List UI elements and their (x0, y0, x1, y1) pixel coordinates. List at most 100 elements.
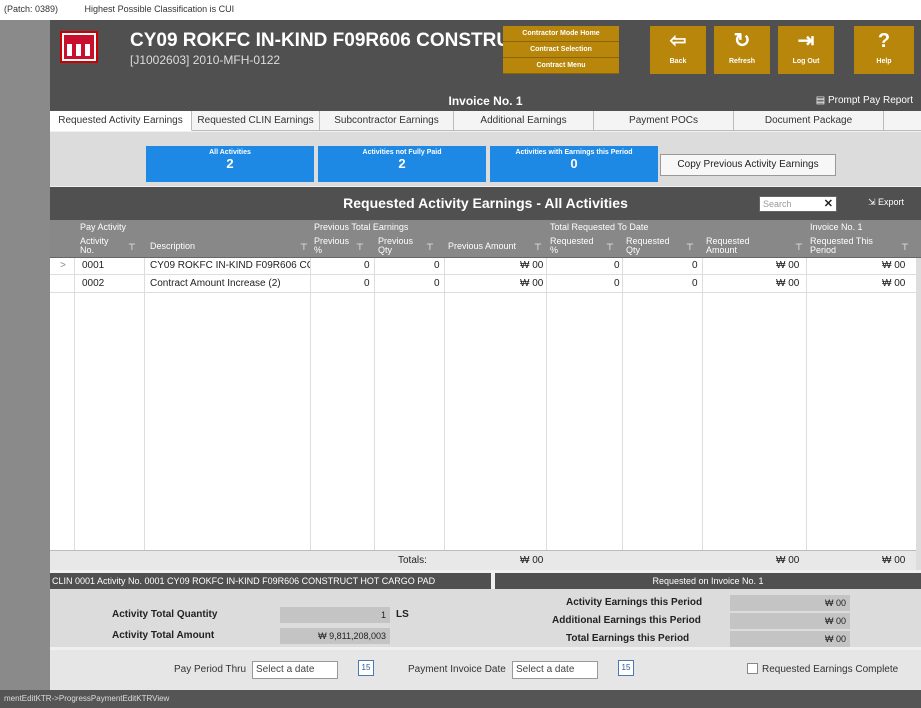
calendar-icon[interactable]: 15 (618, 660, 634, 676)
activity-total-amount-value: ₩ 9,811,208,003 (280, 628, 390, 644)
col-requested-amount[interactable]: Requested Amount (706, 237, 750, 255)
filter-count: 0 (570, 156, 578, 171)
cell-previous-qty: 0 (434, 260, 440, 271)
col-requested-pct[interactable]: Requested % (550, 237, 594, 255)
report-icon: ▤ (815, 95, 828, 106)
tab-subcontractor-earnings[interactable]: Subcontractor Earnings (320, 111, 454, 131)
col-previous-amount[interactable]: Previous Amount (448, 242, 516, 251)
cell-requested-pct[interactable]: 0 (614, 278, 620, 289)
requested-detail-header: Requested on Invoice No. 1 (495, 573, 921, 589)
grid-divider (144, 258, 145, 570)
cell-previous-pct: 0 (364, 278, 370, 289)
grid-divider (74, 258, 75, 570)
grid-divider (806, 258, 807, 570)
tab-payment-pocs[interactable]: Payment POCs (594, 111, 734, 131)
filter-icon[interactable]: ⊤ (128, 242, 136, 253)
col-previous-qty[interactable]: Previous Qty (378, 237, 413, 255)
row-selector[interactable]: > (60, 260, 66, 271)
tab-additional-earnings[interactable]: Additional Earnings (454, 111, 594, 131)
export-label: Export (878, 197, 905, 207)
activity-earnings-value: ₩ 00 (730, 595, 850, 611)
status-bar: mentEditKTR->ProgressPaymentEditKTRView (0, 690, 921, 708)
filter-icon[interactable]: ⊤ (300, 242, 308, 253)
total-previous-amount: ₩ 00 (520, 555, 544, 566)
help-button[interactable]: ? Help (854, 26, 914, 74)
activity-total-quantity-value: 1 (280, 607, 390, 623)
mode-menu: Contractor Mode Home Contract Selection … (503, 26, 619, 74)
filter-earnings-this-period[interactable]: Activities with Earnings this Period 0 (490, 146, 658, 182)
pay-period-date-input[interactable]: Select a date (252, 661, 338, 679)
back-button[interactable]: ⇦ Back (650, 26, 706, 74)
filter-icon[interactable]: ⊤ (426, 242, 434, 253)
filter-icon[interactable]: ⊤ (901, 242, 909, 253)
usace-castle-logo (60, 31, 98, 63)
grid-scrollbar[interactable] (916, 258, 921, 570)
requested-earnings-complete-checkbox[interactable] (747, 663, 758, 674)
invoice-date-input[interactable]: Select a date (512, 661, 598, 679)
invoice-title: Invoice No. 1 (448, 94, 523, 108)
contractor-mode-home-link[interactable]: Contractor Mode Home (503, 26, 619, 42)
grid-search-input[interactable]: Search ✕ (759, 196, 837, 212)
additional-earnings-label: Additional Earnings this Period (552, 615, 701, 626)
app-header: CY09 ROKFC IN-KIND F09R606 CONSTRUCT HO … (50, 20, 921, 91)
cell-requested-amount[interactable]: ₩ 00 (776, 260, 799, 271)
activity-total-amount-label: Activity Total Amount (112, 630, 215, 641)
group-total-requested: Total Requested To Date (550, 222, 649, 232)
col-description[interactable]: Description (150, 242, 195, 251)
contract-menu-link[interactable]: Contract Menu (503, 58, 619, 74)
clear-search-icon[interactable]: ✕ (824, 197, 833, 211)
activity-earnings-label: Activity Earnings this Period (566, 597, 703, 608)
col-activity-no[interactable]: Activity No. (80, 237, 109, 255)
grid-divider (702, 258, 703, 570)
group-previous-earnings: Previous Total Earnings (314, 222, 409, 232)
cell-previous-amount: ₩ 00 (520, 260, 544, 271)
group-pay-activity: Pay Activity (80, 222, 127, 232)
cell-activity-no: 0002 (82, 278, 105, 289)
col-requested-qty[interactable]: Requested Qty (626, 237, 670, 255)
cell-requested-qty[interactable]: 0 (692, 278, 698, 289)
filter-bar: All Activities 2 Activities not Fully Pa… (50, 132, 921, 186)
cell-requested-pct[interactable]: 0 (614, 260, 620, 271)
contract-selection-link[interactable]: Contract Selection (503, 42, 619, 58)
cell-requested-qty[interactable]: 0 (692, 260, 698, 271)
back-arrow-icon: ⇦ (669, 30, 687, 52)
total-requested-amount: ₩ 00 (776, 555, 800, 566)
filter-count: 2 (398, 156, 406, 171)
tab-requested-clin-earnings[interactable]: Requested CLIN Earnings (192, 111, 320, 131)
cell-requested-amount[interactable]: ₩ 00 (776, 278, 799, 289)
table-row[interactable]: > 0001 CY09 ROKFC IN-KIND F09R606 CO 0 0… (50, 258, 921, 275)
calendar-icon[interactable]: 15 (358, 660, 374, 676)
prompt-pay-label: Prompt Pay Report (827, 95, 913, 106)
prompt-pay-report-link[interactable]: ▤ Prompt Pay Report (816, 91, 913, 111)
help-label: Help (876, 58, 892, 65)
logout-button[interactable]: ⇥ Log Out (778, 26, 834, 74)
filter-icon[interactable]: ⊤ (534, 242, 542, 253)
logout-icon: ⇥ (797, 30, 815, 52)
grid-divider (622, 258, 623, 570)
app-window: CY09 ROKFC IN-KIND F09R606 CONSTRUCT HO … (50, 20, 921, 690)
total-this-period: ₩ 00 (882, 555, 906, 566)
classification-banner: (Patch: 0389) Highest Possible Classific… (0, 0, 921, 20)
filter-icon[interactable]: ⊤ (686, 242, 694, 253)
export-button[interactable]: ⇲ Export (868, 197, 904, 208)
filter-icon[interactable]: ⊤ (795, 242, 803, 253)
filter-label: Activities with Earnings this Period (515, 149, 633, 156)
requested-earnings-complete-label: Requested Earnings Complete (762, 664, 899, 675)
total-earnings-value: ₩ 00 (730, 631, 850, 647)
patch-label: (Patch: 0389) (4, 4, 59, 14)
refresh-button[interactable]: ↻ Refresh (714, 26, 770, 74)
tab-requested-activity-earnings[interactable]: Requested Activity Earnings (50, 111, 192, 131)
filter-not-fully-paid[interactable]: Activities not Fully Paid 2 (318, 146, 486, 182)
tab-document-package[interactable]: Document Package (734, 111, 884, 131)
copy-previous-earnings-button[interactable]: Copy Previous Activity Earnings (660, 154, 836, 176)
filter-all-activities[interactable]: All Activities 2 (146, 146, 314, 182)
col-requested-this-period[interactable]: Requested This Period (810, 237, 873, 255)
filter-icon[interactable]: ⊤ (606, 242, 614, 253)
refresh-label: Refresh (728, 58, 756, 65)
tab-bar: Requested Activity Earnings Requested CL… (50, 111, 921, 131)
table-row[interactable]: 0002 Contract Amount Increase (2) 0 0 ₩ … (50, 276, 921, 293)
filter-icon[interactable]: ⊤ (356, 242, 364, 253)
col-previous-pct[interactable]: Previous % (314, 237, 349, 255)
column-header-row: Activity No. ⊤ Description ⊤ Previous % … (50, 236, 921, 258)
cell-description: CY09 ROKFC IN-KIND F09R606 CO (150, 260, 310, 271)
